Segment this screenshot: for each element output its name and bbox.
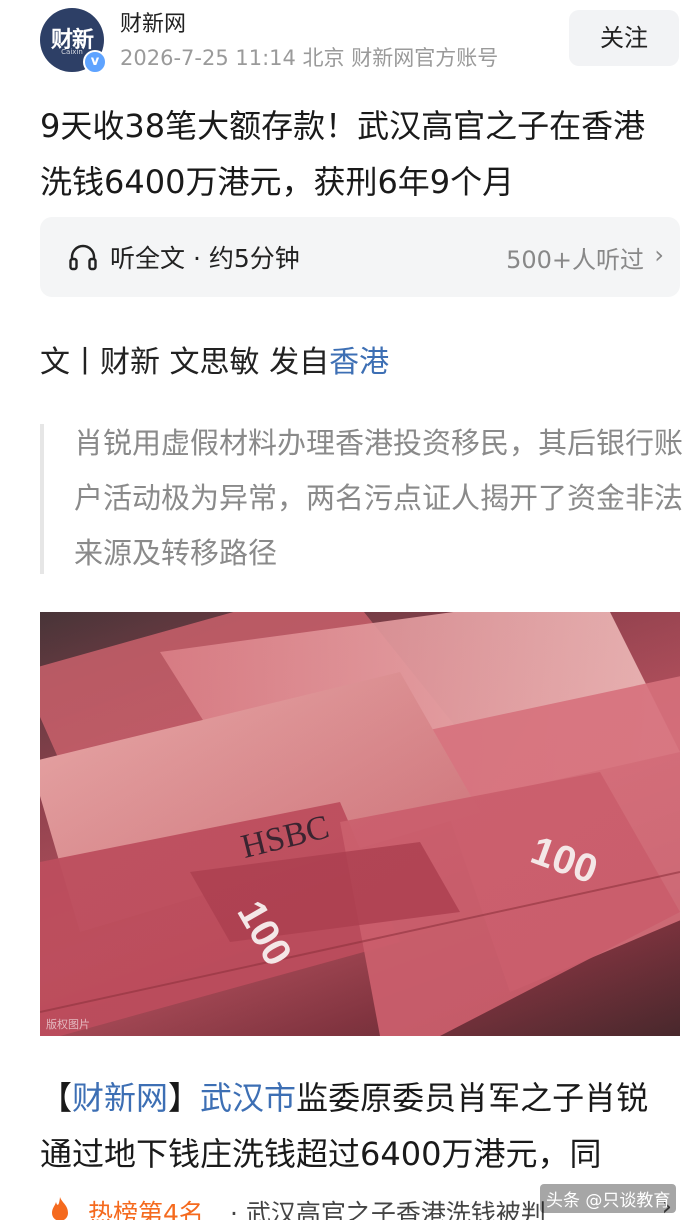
follow-button[interactable]: 关注 bbox=[569, 10, 679, 66]
summary-text: 肖锐用虚假材料办理香港投资移民，其后银行账户活动极为异常，两名污点证人揭开了资金… bbox=[74, 426, 684, 570]
article-photo[interactable]: HSBC 100 100 版权图片 bbox=[40, 612, 680, 1036]
hot-title: · 武汉高官之子香港洗钱被判 bbox=[230, 1199, 546, 1220]
listen-label: 听全文 · 约5分钟 bbox=[110, 244, 300, 273]
listen-count: 500+人听过 bbox=[506, 246, 644, 274]
article-summary: 肖锐用虚假材料办理香港投资移民，其后银行账户活动极为异常，两名污点证人揭开了资金… bbox=[40, 424, 683, 574]
article-header: 财新 Caixin v 财新网 2026-7-25 11:14 北京 财新网官方… bbox=[0, 0, 686, 84]
verified-icon: v bbox=[83, 50, 107, 74]
listen-full-text-bar[interactable]: 听全文 · 约5分钟 500+人听过 › bbox=[40, 217, 680, 297]
photo-watermark: 版权图片 bbox=[46, 1018, 90, 1031]
banknote-denomination-2: 100 bbox=[525, 828, 603, 892]
body-city-link[interactable]: 武汉市 bbox=[200, 1079, 296, 1117]
source-watermark: 头条 @只谈教育 bbox=[540, 1184, 677, 1213]
banknote-bank-text: HSBC bbox=[238, 809, 333, 866]
avatar[interactable]: 财新 Caixin v bbox=[40, 8, 107, 74]
hot-rank: 热榜第4名 bbox=[88, 1199, 204, 1220]
byline: 文丨财新 文思敏 发自香港 bbox=[40, 337, 389, 381]
body-bracket-open: 【 bbox=[40, 1079, 73, 1117]
banknote-denomination: 100 bbox=[229, 894, 300, 974]
body-bracket-close: 】 bbox=[168, 1079, 201, 1117]
article-title: 9天收38笔大额存款！武汉高官之子在香港洗钱6400万港元，获刑6年9个月 bbox=[40, 107, 646, 201]
byline-location-link[interactable]: 香港 bbox=[329, 345, 389, 380]
chevron-right-icon: › bbox=[654, 241, 664, 269]
author-meta: 2026-7-25 11:14 北京 财新网官方账号 bbox=[120, 46, 499, 70]
headphone-icon bbox=[69, 244, 97, 271]
article-body-paragraph: 【财新网】武汉市监委原委员肖军之子肖锐通过地下钱庄洗钱超过6400万港元，同 bbox=[40, 1070, 670, 1182]
byline-text: 文丨财新 文思敏 发自 bbox=[40, 345, 330, 380]
author-name[interactable]: 财新网 bbox=[120, 6, 186, 38]
fire-icon bbox=[52, 1197, 68, 1220]
body-source-link[interactable]: 财新网 bbox=[72, 1079, 168, 1117]
